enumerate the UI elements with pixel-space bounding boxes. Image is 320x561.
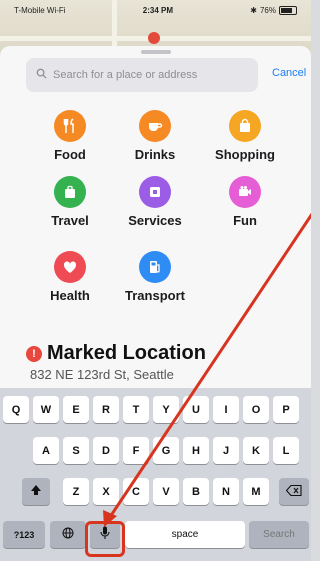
key-t[interactable]: T xyxy=(123,396,149,423)
key-w[interactable]: W xyxy=(33,396,59,423)
key-d[interactable]: D xyxy=(93,437,119,464)
status-time: 2:34 PM xyxy=(142,5,174,15)
cancel-button[interactable]: Cancel xyxy=(272,67,306,79)
globe-key[interactable] xyxy=(50,521,86,548)
marked-location-address: 832 NE 123rd St, Seattle xyxy=(30,367,174,382)
key-s[interactable]: S xyxy=(63,437,89,464)
status-right: ✱ 76% xyxy=(250,5,297,15)
key-l[interactable]: L xyxy=(273,437,299,464)
category-label: Travel xyxy=(51,213,89,228)
key-u[interactable]: U xyxy=(183,396,209,423)
status-bar: T-Mobile Wi-Fi 2:34 PM ✱ 76% xyxy=(0,0,311,20)
key-j[interactable]: J xyxy=(213,437,239,464)
key-x[interactable]: X xyxy=(93,478,119,505)
category-travel[interactable]: Travel xyxy=(28,176,112,228)
category-label: Health xyxy=(50,288,90,303)
category-label: Food xyxy=(54,147,86,162)
fork-knife-icon xyxy=(54,110,86,142)
shift-key[interactable] xyxy=(22,478,50,505)
category-drinks[interactable]: Drinks xyxy=(113,110,197,162)
map-pin-icon[interactable] xyxy=(148,32,160,44)
search-box[interactable] xyxy=(26,58,258,92)
key-k[interactable]: K xyxy=(243,437,269,464)
pin-icon: ! xyxy=(26,345,42,362)
space-key[interactable]: space xyxy=(125,521,245,548)
key-f[interactable]: F xyxy=(123,437,149,464)
key-h[interactable]: H xyxy=(183,437,209,464)
suitcase-icon xyxy=(54,176,86,208)
key-b[interactable]: B xyxy=(183,478,209,505)
marked-location-title-row: ! Marked Location xyxy=(26,342,311,365)
shopping-bag-icon xyxy=(229,110,261,142)
backspace-icon xyxy=(285,484,302,499)
battery-icon xyxy=(278,5,297,15)
key-e[interactable]: E xyxy=(63,396,89,423)
category-label: Drinks xyxy=(134,147,176,162)
key-r[interactable]: R xyxy=(93,396,119,423)
bluetooth-icon: ✱ xyxy=(250,5,257,15)
search-row: Cancel xyxy=(0,58,311,92)
key-c[interactable]: C xyxy=(123,478,149,505)
camera-icon xyxy=(229,176,261,208)
services-icon xyxy=(139,176,171,208)
category-fun[interactable]: Fun xyxy=(203,176,287,228)
mic-highlight-box xyxy=(85,521,125,557)
category-label: Services xyxy=(128,213,182,228)
key-z[interactable]: Z xyxy=(63,478,89,505)
fuel-icon xyxy=(139,251,171,283)
carrier-label: T-Mobile Wi-Fi xyxy=(14,5,66,15)
key-i[interactable]: I xyxy=(213,396,239,423)
battery-percent: 76% xyxy=(259,5,276,15)
category-food[interactable]: Food xyxy=(28,110,112,162)
numbers-key[interactable]: ?123 xyxy=(3,521,45,548)
key-p[interactable]: P xyxy=(273,396,299,423)
search-input[interactable] xyxy=(53,69,248,81)
coffee-cup-icon xyxy=(139,110,171,142)
category-shopping[interactable]: Shopping xyxy=(203,110,287,162)
category-label: Fun xyxy=(233,213,257,228)
key-y[interactable]: Y xyxy=(153,396,179,423)
globe-icon xyxy=(62,527,74,542)
key-n[interactable]: N xyxy=(213,478,239,505)
sheet-grabber[interactable] xyxy=(141,50,171,54)
key-v[interactable]: V xyxy=(153,478,179,505)
category-transport[interactable]: Transport xyxy=(113,251,197,303)
category-services[interactable]: Services xyxy=(113,176,197,228)
category-label: Shopping xyxy=(215,147,275,162)
delete-key[interactable] xyxy=(279,478,309,505)
marked-location-row[interactable]: ! Marked Location 832 NE 123rd St, Seatt… xyxy=(26,342,311,382)
category-label: Transport xyxy=(125,288,185,303)
keyboard: Q W E R T Y U I O P A S D F G H J K L Z … xyxy=(0,388,311,561)
search-icon xyxy=(36,66,47,84)
search-key[interactable]: Search xyxy=(249,521,309,548)
key-m[interactable]: M xyxy=(243,478,269,505)
key-o[interactable]: O xyxy=(243,396,269,423)
marked-location-title: Marked Location xyxy=(47,342,206,364)
key-g[interactable]: G xyxy=(153,437,179,464)
key-a[interactable]: A xyxy=(33,437,59,464)
shift-icon xyxy=(30,484,42,499)
category-health[interactable]: Health xyxy=(28,251,112,303)
key-q[interactable]: Q xyxy=(3,396,29,423)
heart-icon xyxy=(54,251,86,283)
